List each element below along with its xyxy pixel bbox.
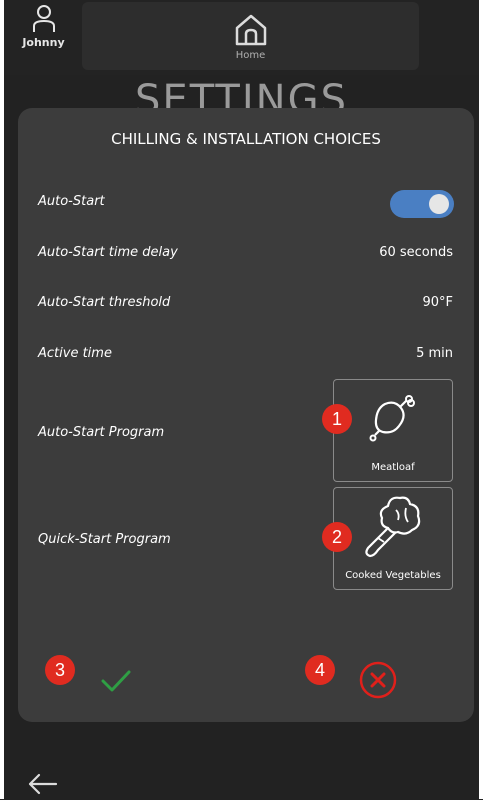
meatloaf-icon [369,395,415,442]
back-button[interactable] [26,772,58,800]
auto-start-threshold-value[interactable]: 90°F [422,295,453,310]
auto-start-program-label: Auto-Start Program [38,425,165,440]
auto-start-program-card[interactable]: Meatloaf [333,379,453,482]
broccoli-icon [365,496,421,558]
user-icon [32,5,55,32]
auto-start-label: Auto-Start [38,194,105,209]
home-label: Home [235,50,266,61]
quick-start-program-name: Cooked Vegetables [345,570,441,581]
page-title: SETTINGS [135,77,348,108]
home-icon [235,14,266,46]
auto-start-program-name: Meatloaf [371,462,415,473]
auto-start-threshold-label: Auto-Start threshold [38,295,171,310]
auto-start-delay-label: Auto-Start time delay [38,245,178,260]
back-arrow-icon [28,773,58,795]
active-time-label: Active time [38,346,112,361]
frame-border-left [0,0,4,799]
user-profile[interactable]: Johnny [16,4,71,49]
user-name: Johnny [22,36,65,49]
active-time-value[interactable]: 5 min [416,346,453,361]
marker-1: 1 [322,404,352,434]
toggle-knob [429,194,449,214]
home-tab[interactable]: Home [82,2,419,70]
auto-start-delay-value[interactable]: 60 seconds [379,245,453,260]
quick-start-program-label: Quick-Start Program [38,532,171,547]
marker-3: 3 [45,655,75,685]
marker-2: 2 [322,522,352,552]
close-circle-icon [359,661,397,699]
auto-start-toggle[interactable] [390,190,454,218]
cancel-button[interactable] [358,660,398,700]
settings-dialog: CHILLING & INSTALLATION CHOICES Auto-Sta… [18,108,474,722]
confirm-button[interactable] [96,660,136,700]
dialog-title: CHILLING & INSTALLATION CHOICES [111,130,381,148]
frame-border-right [479,0,483,799]
top-bar: Johnny Home [4,0,479,75]
checkmark-icon [101,670,131,692]
marker-4: 4 [305,655,335,685]
